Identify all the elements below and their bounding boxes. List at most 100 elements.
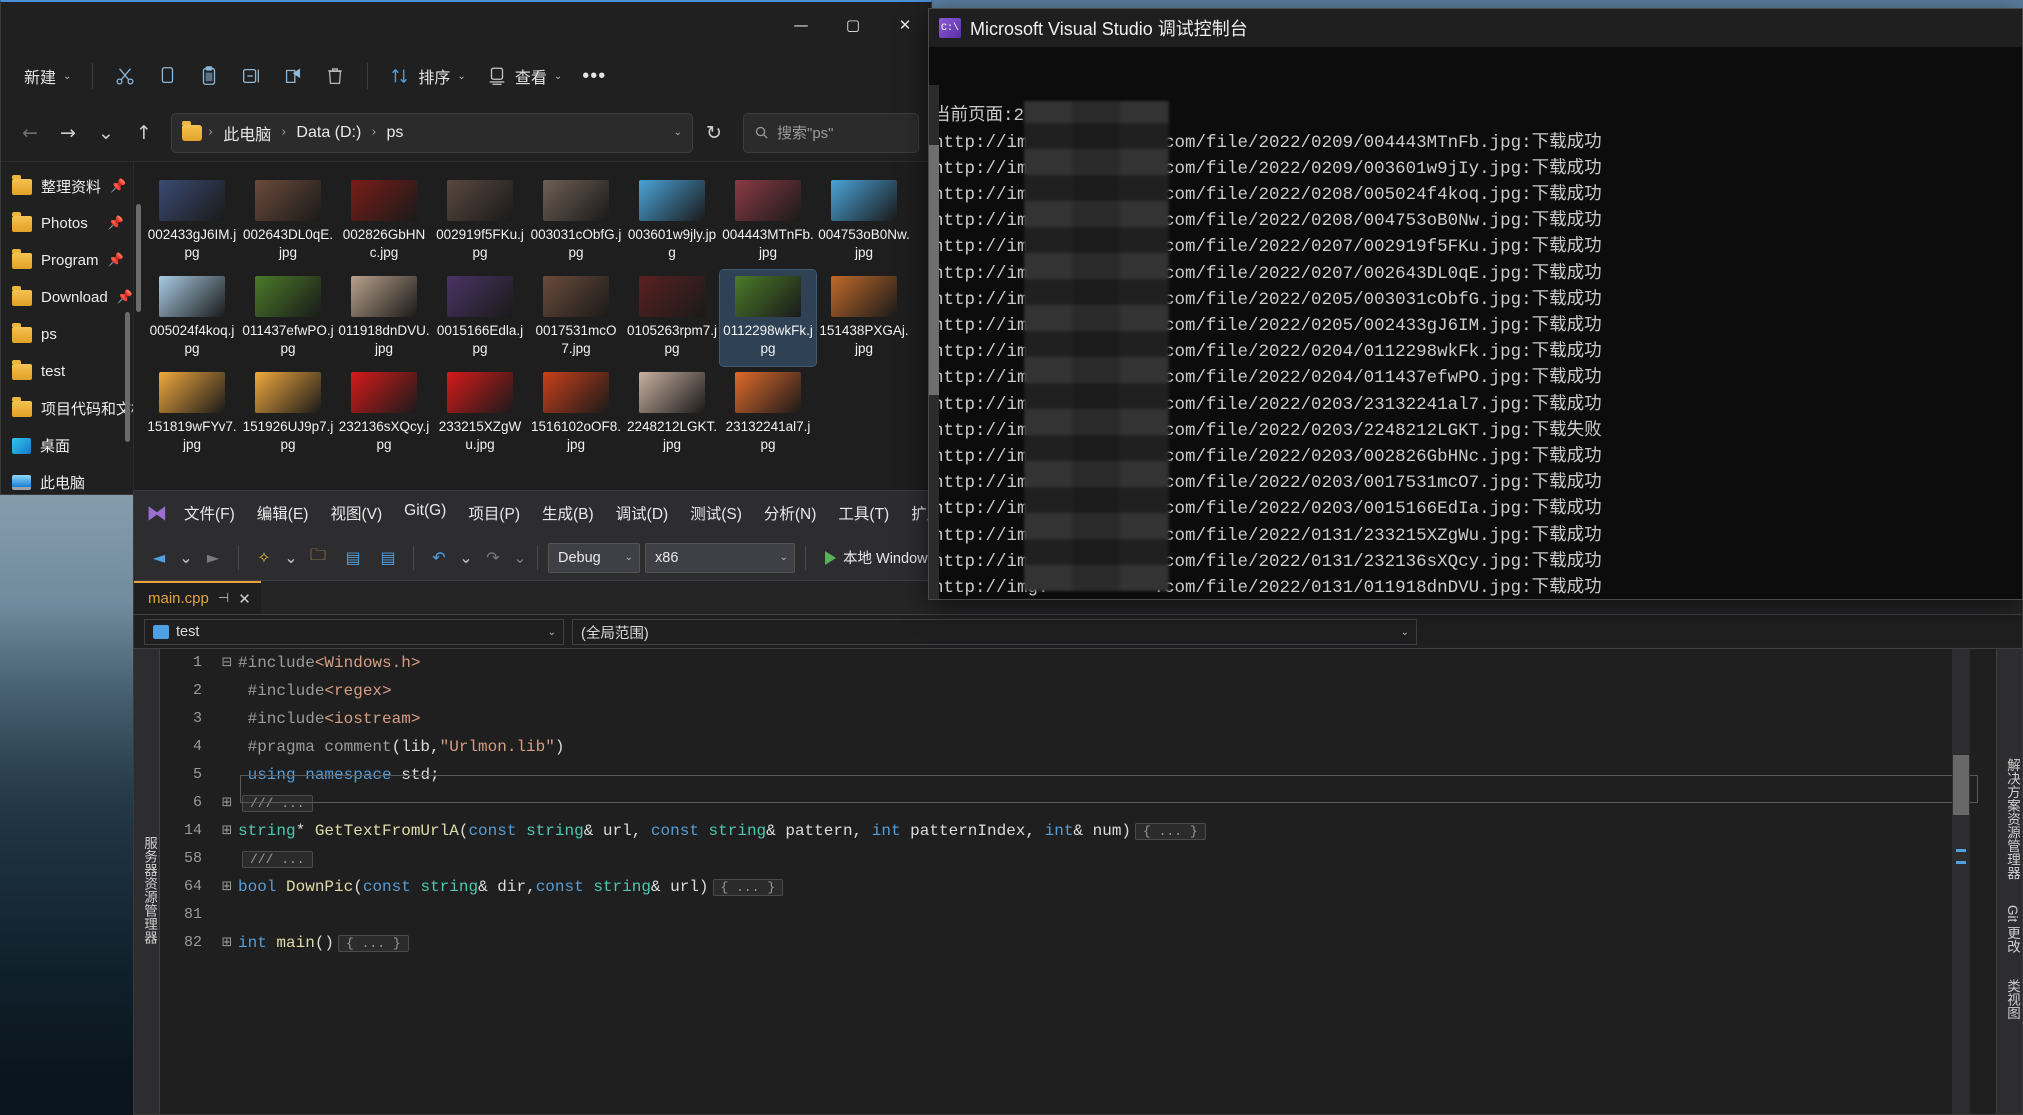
file-tile[interactable]: 232136sXQcy.jpg: [336, 366, 432, 462]
file-tile[interactable]: 0105263rpm7.jpg: [624, 270, 720, 366]
vs-menu-0[interactable]: 文件(F): [174, 496, 245, 530]
sidebar-item-8[interactable]: 此电脑: [4, 464, 130, 495]
fold-toggle-icon[interactable]: ⊞: [216, 873, 238, 901]
delete-button[interactable]: [315, 56, 355, 96]
console-scrollbar[interactable]: [928, 85, 939, 600]
search-input[interactable]: 搜索"ps": [743, 113, 919, 153]
file-tile[interactable]: 0015166Edla.jpg: [432, 270, 528, 366]
file-tile[interactable]: 003601w9jly.jpg: [624, 174, 720, 270]
chevron-down-icon[interactable]: ⌄: [284, 543, 298, 573]
sidebar-item-2[interactable]: Program📌: [4, 242, 130, 279]
server-explorer-tab[interactable]: 服务器资源管理器: [134, 649, 160, 1115]
nav-scrollbar[interactable]: [125, 312, 130, 442]
close-button[interactable]: ✕: [879, 2, 931, 48]
vs-menu-6[interactable]: 调试(D): [606, 496, 679, 530]
sidebar-item-5[interactable]: test: [4, 353, 130, 390]
forward-button[interactable]: →: [51, 116, 85, 150]
new-item-icon[interactable]: ✧: [249, 543, 279, 573]
address-bar[interactable]: › 此电脑 › Data (D:) › ps ⌄: [171, 113, 693, 153]
editor-vertical-scrollbar[interactable]: [1952, 649, 1970, 1115]
chevron-down-icon[interactable]: ⌄: [179, 543, 193, 573]
file-tile[interactable]: 003031cObfG.jpg: [528, 174, 624, 270]
paste-button[interactable]: [189, 56, 229, 96]
maximize-button[interactable]: ▢: [827, 2, 879, 48]
fold-toggle-icon[interactable]: ⊞: [216, 789, 238, 817]
console-scrollbar-thumb[interactable]: [928, 145, 939, 395]
file-tile[interactable]: 151926UJ9p7.jpg: [240, 366, 336, 462]
file-list-scrollbar[interactable]: [136, 204, 141, 312]
vs-menu-2[interactable]: 视图(V): [320, 496, 392, 530]
sidebar-item-3[interactable]: Download📌: [4, 279, 130, 316]
scope-select[interactable]: test ⌄: [144, 619, 564, 645]
vs-menu-8[interactable]: 分析(N): [754, 496, 827, 530]
platform-select[interactable]: x86 ⌄: [645, 543, 795, 573]
code-editor[interactable]: 1⊟#include<Windows.h>2 #include<regex>3 …: [160, 649, 1996, 1115]
breadcrumb-item-1[interactable]: Data (D:): [292, 122, 365, 144]
copy-button[interactable]: [147, 56, 187, 96]
chevron-down-icon[interactable]: ⌄: [459, 543, 473, 573]
file-tile[interactable]: 2248212LGKT.jpg: [624, 366, 720, 462]
solution-explorer-tab[interactable]: 解决方案资源管理器 Git 更改 类视图: [1996, 649, 2022, 1115]
vs-menu-4[interactable]: 项目(P): [458, 496, 530, 530]
nav-back-icon[interactable]: ◄: [144, 543, 174, 573]
file-tile[interactable]: 002826GbHNc.jpg: [336, 174, 432, 270]
build-config-select[interactable]: Debug ⌄: [548, 543, 640, 573]
chevron-down-icon[interactable]: ⌄: [674, 127, 682, 138]
fold-toggle-icon[interactable]: ⊞: [216, 929, 238, 957]
breadcrumb-item-0[interactable]: 此电脑: [219, 119, 275, 147]
new-button[interactable]: 新建 ⌄: [15, 56, 80, 96]
nav-forward-icon[interactable]: ►: [198, 543, 228, 573]
redo-icon[interactable]: ↷: [478, 543, 508, 573]
file-tile[interactable]: 004443MTnFb.jpg: [720, 174, 816, 270]
file-tile[interactable]: 002919f5FKu.jpg: [432, 174, 528, 270]
pin-icon[interactable]: 📌: [108, 253, 124, 268]
sidebar-item-7[interactable]: 桌面: [4, 427, 130, 464]
file-tile[interactable]: 233215XZgWu.jpg: [432, 366, 528, 462]
scrollbar-thumb[interactable]: [1953, 755, 1969, 815]
save-all-icon[interactable]: ▤: [373, 543, 403, 573]
file-tile[interactable]: 002433gJ6IM.jpg: [144, 174, 240, 270]
file-tile[interactable]: 0017531mcO7.jpg: [528, 270, 624, 366]
cut-button[interactable]: [105, 56, 145, 96]
save-icon[interactable]: ▤: [338, 543, 368, 573]
file-tile[interactable]: 004753oB0Nw.jpg: [816, 174, 912, 270]
file-tile[interactable]: 002643DL0qE.jpg: [240, 174, 336, 270]
file-tile[interactable]: 23132241al7.jpg: [720, 366, 816, 462]
fold-toggle-icon[interactable]: ⊞: [216, 817, 238, 845]
vs-menu-3[interactable]: Git(G): [394, 496, 456, 530]
up-button[interactable]: ↑: [127, 116, 161, 150]
pin-icon[interactable]: 📌: [117, 290, 133, 305]
file-tile[interactable]: 1516102oOF8.jpg: [528, 366, 624, 462]
sidebar-item-6[interactable]: 项目代码和文档: [4, 390, 130, 427]
file-tile[interactable]: 011918dnDVU.jpg: [336, 270, 432, 366]
minimize-button[interactable]: —: [775, 2, 827, 48]
file-tile[interactable]: 011437efwPO.jpg: [240, 270, 336, 366]
close-icon[interactable]: ✕: [238, 590, 251, 608]
refresh-button[interactable]: ↻: [697, 116, 731, 150]
file-tile[interactable]: 151438PXGAj.jpg: [816, 270, 912, 366]
recent-locations-button[interactable]: ⌄: [89, 116, 123, 150]
pin-icon[interactable]: 📌: [110, 179, 126, 194]
vs-menu-7[interactable]: 测试(S): [680, 496, 752, 530]
vs-menu-5[interactable]: 生成(B): [532, 496, 604, 530]
member-select[interactable]: (全局范围) ⌄: [572, 619, 1417, 645]
vs-menu-9[interactable]: 工具(T): [828, 496, 899, 530]
view-button[interactable]: 查看 ⌄: [477, 56, 571, 96]
breadcrumb-item-2[interactable]: ps: [383, 122, 408, 144]
fold-toggle-icon[interactable]: ⊟: [216, 649, 238, 677]
file-tile[interactable]: 0112298wkFk.jpg: [720, 270, 816, 366]
open-folder-icon[interactable]: 🗀: [303, 543, 333, 573]
tab-main-cpp[interactable]: main.cpp ⊣ ✕: [134, 581, 261, 614]
sidebar-item-1[interactable]: Photos📌: [4, 205, 130, 242]
sort-button[interactable]: 排序 ⌄: [380, 56, 474, 96]
console-output[interactable]: 当前页面:2http://img. .com/file/2022/0209/00…: [929, 47, 2022, 600]
explorer-file-list[interactable]: 002433gJ6IM.jpg002643DL0qE.jpg002826GbHN…: [133, 162, 931, 495]
sidebar-item-4[interactable]: ps: [4, 316, 130, 353]
file-tile[interactable]: 151819wFYv7.jpg: [144, 366, 240, 462]
share-button[interactable]: [273, 56, 313, 96]
sidebar-item-0[interactable]: 整理资料📌: [4, 168, 130, 205]
file-tile[interactable]: 005024f4koq.jpg: [144, 270, 240, 366]
rename-button[interactable]: [231, 56, 271, 96]
vs-menu-1[interactable]: 编辑(E): [247, 496, 319, 530]
pin-icon[interactable]: 📌: [108, 216, 124, 231]
